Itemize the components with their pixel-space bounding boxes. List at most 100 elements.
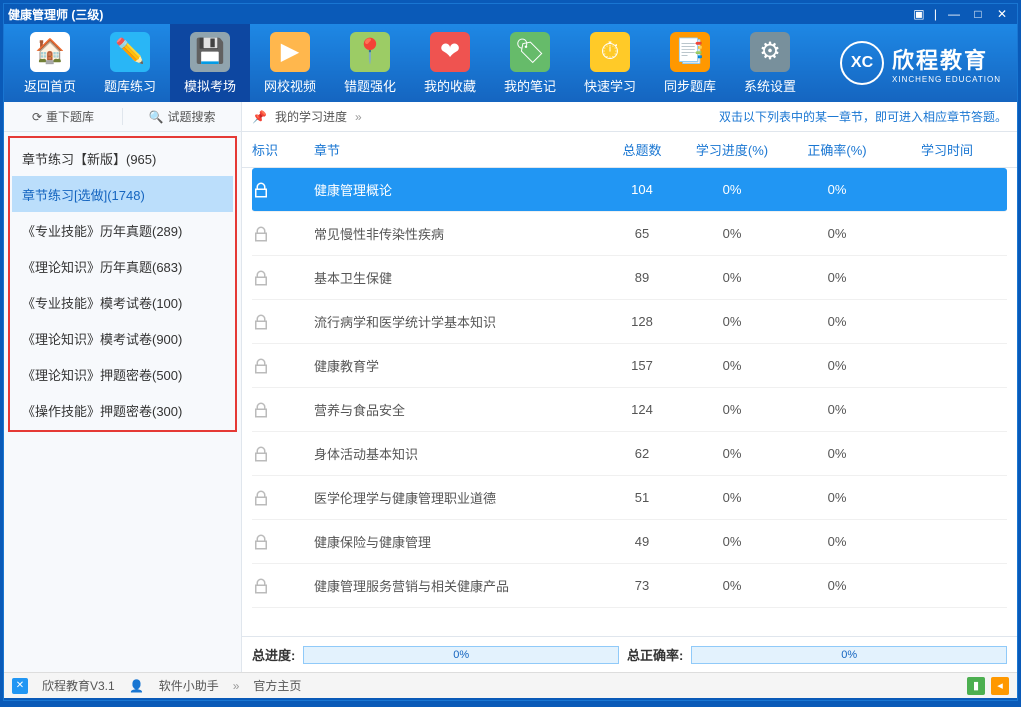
main-panel: 📌 我的学习进度 » 双击以下列表中的某一章节，即可进入相应章节答题。 标识 章…	[242, 102, 1017, 672]
lock-icon	[252, 401, 270, 419]
sidebar-item[interactable]: 《理论知识》模考试卷(900)	[12, 320, 233, 356]
table-row[interactable]: 健康管理概论1040%0%	[252, 168, 1007, 212]
accuracy-cell: 0%	[787, 182, 887, 197]
accuracy-cell: 0%	[787, 402, 887, 417]
lock-icon	[252, 357, 270, 375]
nav-mock-exam[interactable]: 💾模拟考场	[170, 24, 250, 102]
sidebar-item[interactable]: 章节练习【新版】(965)	[12, 140, 233, 176]
nav-sync[interactable]: 📑同步题库	[650, 24, 730, 102]
chapter-cell: 健康保险与健康管理	[314, 532, 607, 551]
tray-button[interactable]: ▣	[908, 6, 930, 22]
accuracy-cell: 0%	[787, 358, 887, 373]
table-row[interactable]: 医学伦理学与健康管理职业道德510%0%	[252, 476, 1007, 520]
progress-cell: 0%	[677, 490, 787, 505]
progress-cell: 0%	[677, 226, 787, 241]
total-cell: 89	[607, 270, 677, 285]
total-cell: 51	[607, 490, 677, 505]
progress-cell: 0%	[677, 446, 787, 461]
sidebar-item[interactable]: 《专业技能》历年真题(289)	[12, 212, 233, 248]
total-progress-bar: 0%	[303, 646, 619, 664]
titlebar: 健康管理师 (三级) ▣ | — □ ✕	[4, 4, 1017, 24]
chapter-cell: 基本卫生保健	[314, 268, 607, 287]
sidebar: ⟳重下题库 🔍试题搜索 章节练习【新版】(965) 章节练习[选做](1748)…	[4, 102, 242, 672]
nav-quick[interactable]: ⏱快速学习	[570, 24, 650, 102]
stats-icon[interactable]: ▮	[967, 677, 985, 695]
lock-icon	[252, 181, 270, 199]
total-cell: 124	[607, 402, 677, 417]
redownload-button[interactable]: ⟳重下题库	[4, 108, 122, 125]
app-icon: ✕	[12, 678, 28, 694]
lock-icon	[252, 533, 270, 551]
helper-link[interactable]: 软件小助手	[159, 677, 219, 694]
progress-cell: 0%	[677, 402, 787, 417]
search-button[interactable]: 🔍试题搜索	[122, 108, 241, 125]
close-button[interactable]: ✕	[991, 6, 1013, 22]
sidebar-item[interactable]: 《理论知识》历年真题(683)	[12, 248, 233, 284]
search-icon: 🔍	[149, 110, 164, 124]
accuracy-cell: 0%	[787, 490, 887, 505]
accuracy-cell: 0%	[787, 314, 887, 329]
lock-icon	[252, 445, 270, 463]
total-cell: 73	[607, 578, 677, 593]
chapter-cell: 营养与食品安全	[314, 400, 607, 419]
sidebar-list: 章节练习【新版】(965) 章节练习[选做](1748) 《专业技能》历年真题(…	[8, 136, 237, 432]
table-row[interactable]: 常见慢性非传染性疾病650%0%	[252, 212, 1007, 256]
nav-practice[interactable]: ✏️题库练习	[90, 24, 170, 102]
table-body: 健康管理概论1040%0%常见慢性非传染性疾病650%0%基本卫生保健890%0…	[242, 168, 1017, 636]
accuracy-cell: 0%	[787, 270, 887, 285]
table-row[interactable]: 健康教育学1570%0%	[252, 344, 1007, 388]
chevron-right-icon: »	[233, 679, 240, 693]
total-cell: 62	[607, 446, 677, 461]
total-cell: 157	[607, 358, 677, 373]
sidebar-item[interactable]: 《专业技能》模考试卷(100)	[12, 284, 233, 320]
chapter-cell: 医学伦理学与健康管理职业道德	[314, 488, 607, 507]
brand-logo: XC 欣程教育 XINCHENG EDUCATION	[840, 41, 1011, 85]
minimize-button[interactable]: —	[943, 6, 965, 22]
accuracy-cell: 0%	[787, 226, 887, 241]
accuracy-cell: 0%	[787, 534, 887, 549]
table-row[interactable]: 健康保险与健康管理490%0%	[252, 520, 1007, 564]
lock-icon	[252, 313, 270, 331]
chapter-cell: 流行病学和医学统计学基本知识	[314, 312, 607, 331]
pin-icon: 📌	[252, 110, 267, 124]
progress-cell: 0%	[677, 182, 787, 197]
nav-wrong[interactable]: 📍错题强化	[330, 24, 410, 102]
main-toolbar: 🏠返回首页 ✏️题库练习 💾模拟考场 ▶网校视频 📍错题强化 ❤我的收藏 🏷我的…	[4, 24, 1017, 102]
table-row[interactable]: 身体活动基本知识620%0%	[252, 432, 1007, 476]
chevron-right-icon[interactable]: »	[355, 110, 362, 124]
table-header: 标识 章节 总题数 学习进度(%) 正确率(%) 学习时间	[242, 132, 1017, 168]
total-cell: 49	[607, 534, 677, 549]
progress-label: 我的学习进度	[275, 108, 347, 125]
progress-cell: 0%	[677, 534, 787, 549]
accuracy-cell: 0%	[787, 446, 887, 461]
nav-home[interactable]: 🏠返回首页	[10, 24, 90, 102]
table-row[interactable]: 营养与食品安全1240%0%	[252, 388, 1007, 432]
nav-notes[interactable]: 🏷我的笔记	[490, 24, 570, 102]
statusbar: ✕ 欣程教育V3.1 👤 软件小助手 » 官方主页 ▮ ◂	[4, 672, 1017, 698]
brand-badge-icon: XC	[840, 41, 884, 85]
maximize-button[interactable]: □	[967, 6, 989, 22]
progress-cell: 0%	[677, 578, 787, 593]
share-icon[interactable]: ◂	[991, 677, 1009, 695]
sidebar-item[interactable]: 《操作技能》押题密卷(300)	[12, 392, 233, 428]
progress-cell: 0%	[677, 314, 787, 329]
accuracy-cell: 0%	[787, 578, 887, 593]
total-cell: 65	[607, 226, 677, 241]
total-accuracy-bar: 0%	[691, 646, 1007, 664]
table-row[interactable]: 基本卫生保健890%0%	[252, 256, 1007, 300]
nav-video[interactable]: ▶网校视频	[250, 24, 330, 102]
sidebar-item[interactable]: 《理论知识》押题密卷(500)	[12, 356, 233, 392]
app-version: 欣程教育V3.1	[42, 677, 115, 694]
sidebar-item[interactable]: 章节练习[选做](1748)	[12, 176, 233, 212]
nav-settings[interactable]: ⚙系统设置	[730, 24, 810, 102]
footer-progress: 总进度: 0% 总正确率: 0%	[242, 636, 1017, 672]
table-row[interactable]: 健康管理服务营销与相关健康产品730%0%	[252, 564, 1007, 608]
chapter-cell: 身体活动基本知识	[314, 444, 607, 463]
home-link[interactable]: 官方主页	[253, 677, 301, 694]
nav-fav[interactable]: ❤我的收藏	[410, 24, 490, 102]
total-cell: 104	[607, 182, 677, 197]
lock-icon	[252, 577, 270, 595]
table-row[interactable]: 流行病学和医学统计学基本知识1280%0%	[252, 300, 1007, 344]
lock-icon	[252, 269, 270, 287]
refresh-icon: ⟳	[32, 110, 42, 124]
